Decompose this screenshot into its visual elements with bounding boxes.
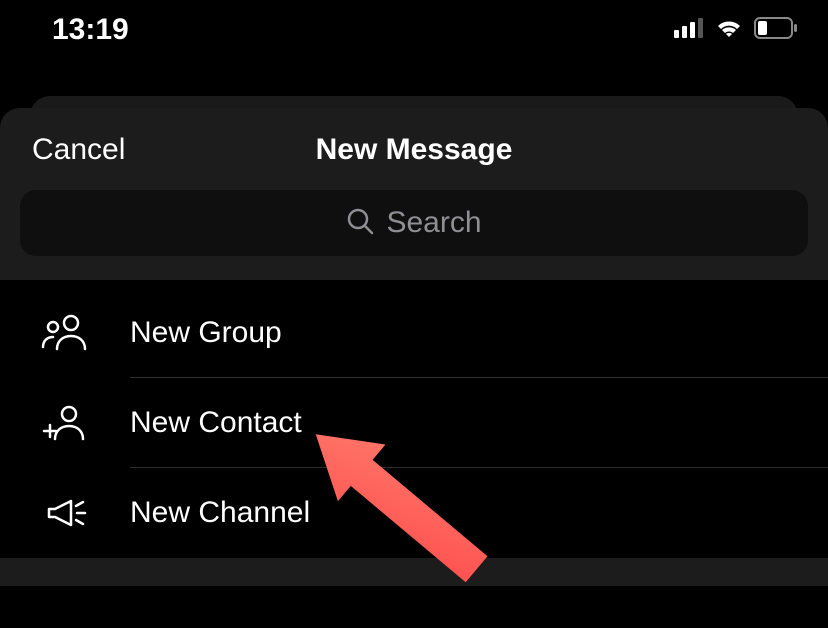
status-time: 13:19	[52, 13, 129, 47]
group-icon	[0, 313, 130, 353]
bottom-bar	[0, 558, 828, 586]
new-channel-label: New Channel	[130, 496, 310, 530]
new-contact-label: New Contact	[130, 406, 302, 440]
battery-icon	[754, 17, 798, 44]
modal-header: Cancel New Message	[0, 140, 828, 190]
modal-title: New Message	[316, 133, 513, 167]
add-contact-icon	[0, 403, 130, 443]
new-channel-row[interactable]: New Channel	[0, 468, 828, 558]
search-icon	[346, 207, 374, 240]
new-contact-row[interactable]: New Contact	[0, 378, 828, 468]
megaphone-icon	[0, 493, 130, 533]
search-placeholder: Search	[386, 206, 481, 240]
cancel-button[interactable]: Cancel	[32, 133, 125, 167]
new-group-label: New Group	[130, 316, 282, 350]
cellular-icon	[674, 18, 704, 43]
options-list: New Group New Contact New Channel	[0, 280, 828, 558]
search-input[interactable]: Search	[20, 190, 808, 256]
status-icons	[674, 17, 798, 44]
status-bar: 13:19	[0, 0, 828, 56]
wifi-icon	[714, 17, 744, 44]
new-group-row[interactable]: New Group	[0, 288, 828, 378]
new-message-modal: Cancel New Message Search	[0, 108, 828, 280]
